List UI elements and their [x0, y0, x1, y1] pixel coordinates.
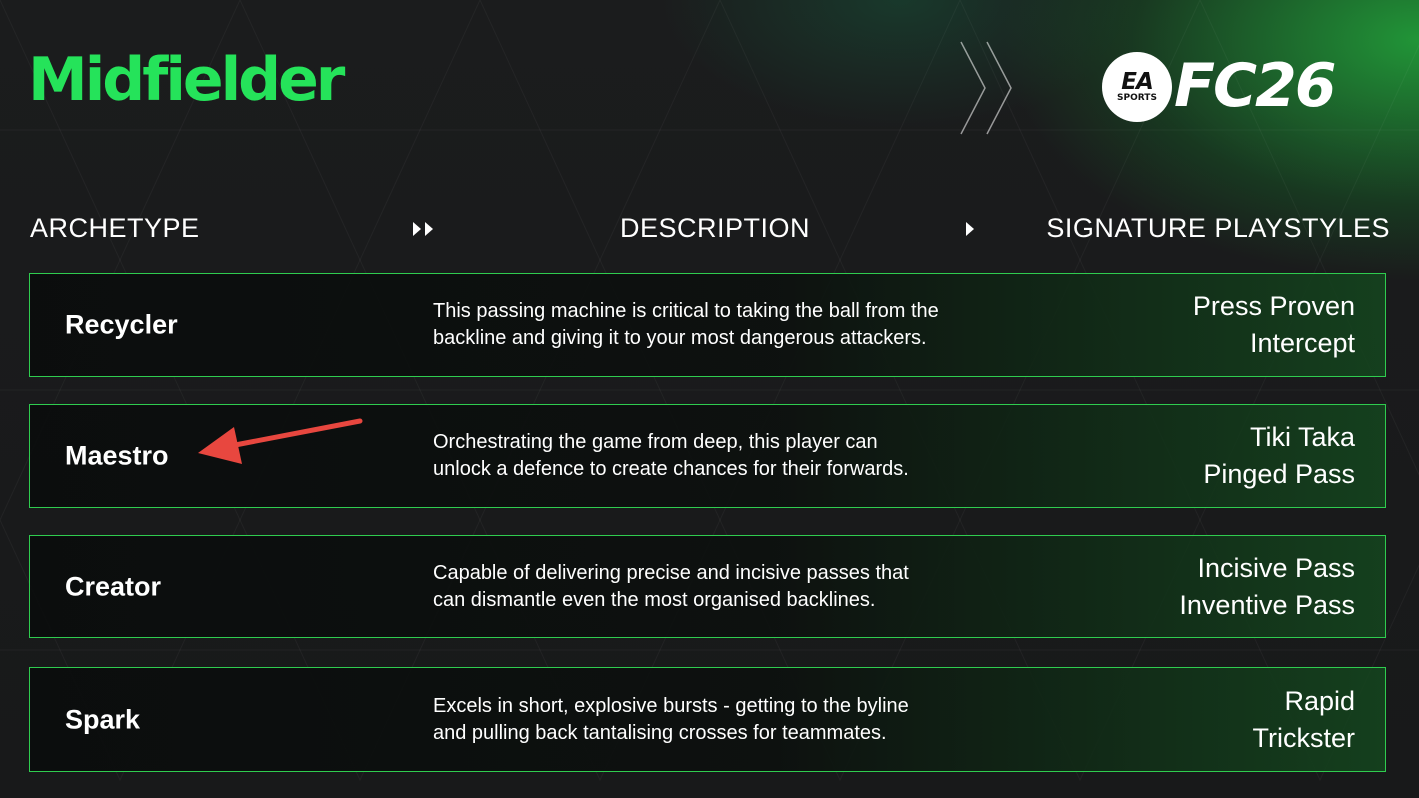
page-title: Midfielder — [28, 45, 345, 115]
playstyle-label: Press Proven — [1192, 291, 1355, 321]
playstyle-label: Trickster — [1252, 722, 1356, 753]
ea-sports-logo: EA SPORTS — [1102, 52, 1172, 122]
description-line: Capable of delivering precise and incisi… — [433, 561, 909, 584]
playstyle-label: Intercept — [1249, 328, 1355, 358]
signature-playstyles-header: SIGNATURE PLAYSTYLES — [1046, 213, 1390, 243]
archetype-name: Spark — [65, 704, 141, 734]
playstyle-label: Pinged Pass — [1203, 459, 1355, 489]
signature-playstyles: Press Proven Intercept — [1193, 288, 1355, 362]
playstyle-label: Tiki Taka — [1249, 422, 1355, 452]
double-play-arrow-icon — [413, 222, 433, 236]
archetype-name: Recycler — [65, 309, 178, 340]
description-line: can dismantle even the most organised ba… — [433, 588, 876, 611]
archetype-name: Creator — [65, 571, 162, 601]
playstyle-label: Incisive Pass — [1197, 552, 1355, 583]
playstyle-label: Rapid — [1284, 685, 1355, 716]
archetype-header: ARCHETYPE — [30, 213, 200, 243]
archetype-description: Orchestrating the game from deep, this p… — [433, 429, 1053, 483]
signature-playstyles: Tiki Taka Pinged Pass — [1203, 419, 1355, 493]
description-line: and pulling back tantalising crosses for… — [433, 721, 887, 744]
double-chevron-icon — [960, 41, 1012, 135]
description-line: Orchestrating the game from deep, this p… — [433, 431, 878, 453]
sports-logo-text: SPORTS — [1117, 93, 1157, 103]
archetype-description: Capable of delivering precise and incisi… — [433, 560, 1053, 614]
archetype-description: Excels in short, explosive bursts - gett… — [433, 693, 1053, 747]
description-header: DESCRIPTION — [620, 213, 811, 243]
archetype-row-recycler: Recycler This passing machine is critica… — [29, 273, 1386, 377]
playstyle-label: Inventive Pass — [1179, 589, 1355, 620]
signature-playstyles: Rapid Trickster — [1253, 683, 1356, 757]
archetype-row-spark: Spark Excels in short, explosive bursts … — [29, 667, 1386, 772]
archetype-row-maestro: Maestro Orchestrating the game from deep… — [29, 404, 1386, 508]
description-line: Excels in short, explosive bursts - gett… — [433, 694, 909, 717]
description-line: unlock a defence to create chances for t… — [433, 458, 909, 480]
archetype-row-creator: Creator Capable of delivering precise an… — [29, 535, 1386, 638]
play-arrow-icon — [966, 222, 974, 236]
signature-playstyles: Incisive Pass Inventive Pass — [1179, 550, 1355, 624]
archetype-description: This passing machine is critical to taki… — [433, 298, 1053, 352]
description-line: This passing machine is critical to taki… — [433, 300, 939, 322]
fc26-logo-text: FC26 — [1174, 51, 1337, 121]
archetype-name: Maestro — [65, 440, 169, 471]
ea-sports-fc26-logo: EA SPORTS FC26 — [1102, 52, 1402, 124]
description-line: backline and giving it to your most dang… — [433, 327, 927, 349]
ea-logo-text: EA — [1121, 69, 1154, 95]
